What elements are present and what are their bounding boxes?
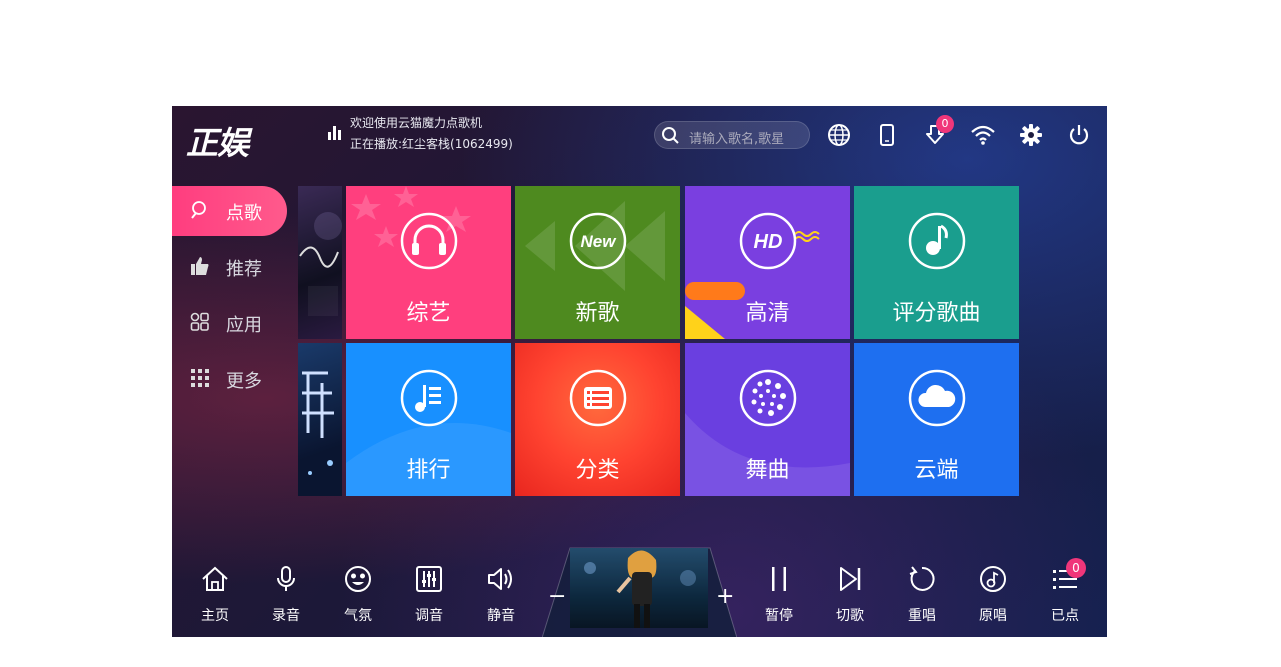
apps-icon [190,312,209,331]
replay-icon [909,566,935,591]
tile-ranking[interactable]: 排行 [346,343,511,496]
banner-art [302,371,334,475]
home-button[interactable]: 主页 [190,564,240,630]
karaoke-screen: 正娱 欢迎使用云猫魔力点歌机 正在播放:红尘客栈(1062499) 请输入歌名,… [172,106,1107,637]
smiley-icon [345,566,371,592]
category-icon [569,369,627,427]
vocal-icon [980,566,1006,592]
volume-up-button[interactable]: + [716,584,734,609]
download-badge: 0 [936,115,954,133]
video-preview[interactable] [570,548,708,628]
globe-icon[interactable] [826,122,852,148]
tile-label: 排行 [406,458,451,483]
sidebar-item-recommend[interactable]: 推荐 [172,242,287,292]
singer-image [570,548,708,628]
banner-art [299,212,342,316]
dance-icon [739,369,797,427]
tile-label: 综艺 [406,301,451,326]
sidebar-item-apps[interactable]: 应用 [172,298,287,348]
sidebar-item-label: 点歌 [226,203,262,224]
button-label: 录音 [272,608,300,624]
equalizer-icon [328,126,344,140]
mic-search-icon [191,201,206,219]
mixer-icon [416,566,442,592]
queue-badge: 0 [1066,558,1086,578]
queued-songs-button[interactable]: 已点 0 [1040,558,1090,630]
search-input[interactable]: 请输入歌名,歌星 [654,121,810,149]
app-logo: 正娱 [186,124,249,162]
tile-label: 分类 [575,458,620,483]
tile-dance[interactable]: 舞曲 [685,343,850,496]
sidebar-item-label: 应用 [226,315,262,336]
power-icon[interactable] [1066,122,1092,148]
tile-label: 新歌 [575,301,620,326]
tile-new-songs[interactable]: New 新歌 [515,186,680,339]
button-label: 切歌 [836,608,864,624]
replay-button[interactable]: 重唱 [897,564,947,630]
hd-icon: HD [739,212,797,270]
next-song-button[interactable]: 切歌 [825,564,875,630]
banner-thumbnail[interactable] [298,186,342,339]
microphone-icon [277,566,295,591]
wifi-icon[interactable] [970,122,996,148]
original-vocal-button[interactable]: 原唱 [968,564,1018,630]
welcome-text: 欢迎使用云猫魔力点歌机 [350,116,483,130]
button-label: 静音 [487,608,515,624]
search-placeholder: 请输入歌名,歌星 [689,132,785,147]
button-label: 原唱 [979,608,1007,624]
tile-cloud[interactable]: 云端 [854,343,1019,496]
tile-category[interactable]: 分类 [515,343,680,496]
tile-variety[interactable]: 综艺 [346,186,511,339]
sidebar-item-more[interactable]: 更多 [172,354,287,404]
grid-dots-icon [191,369,209,387]
button-label: 主页 [201,608,229,624]
phone-icon[interactable] [874,122,900,148]
button-label: 暂停 [765,608,793,624]
pause-icon [772,567,786,591]
tile-label: 舞曲 [745,458,790,483]
now-playing-text: 正在播放:红尘客栈(1062499) [350,137,513,151]
button-label: 重唱 [908,608,936,624]
speaker-icon [488,568,512,590]
mute-button[interactable]: 静音 [476,564,526,630]
tile-label: 高清 [745,301,790,326]
next-icon [840,567,861,591]
sidebar-item-song[interactable]: 点歌 [172,186,287,236]
home-icon [202,566,228,591]
sidebar-item-label: 推荐 [226,259,262,280]
button-label: 调音 [415,608,443,624]
chart-list-icon [400,369,458,427]
volume-down-button[interactable]: − [548,584,566,609]
button-label: 气氛 [344,608,372,624]
button-label: 已点 [1051,608,1079,624]
banner-thumbnail[interactable] [298,343,342,496]
new-icon: New [569,212,627,270]
settings-icon[interactable] [1018,122,1044,148]
tile-label: 评分歌曲 [892,301,981,326]
tuning-button[interactable]: 调音 [404,564,454,630]
record-button[interactable]: 录音 [261,564,311,630]
thumbs-up-icon [191,257,209,275]
music-note-icon [908,212,966,270]
tile-label: 云端 [914,458,959,483]
tile-scored-songs[interactable]: 评分歌曲 [854,186,1019,339]
cloud-icon [908,369,966,427]
atmosphere-button[interactable]: 气氛 [333,564,383,630]
sidebar-item-label: 更多 [226,371,262,392]
hd-icon-text: HD [754,231,783,253]
pause-button[interactable]: 暂停 [754,564,804,630]
headphones-icon [400,212,458,270]
search-icon [662,127,679,144]
new-icon-text: New [581,232,618,251]
tile-hd[interactable]: HD 高清 [685,186,850,339]
